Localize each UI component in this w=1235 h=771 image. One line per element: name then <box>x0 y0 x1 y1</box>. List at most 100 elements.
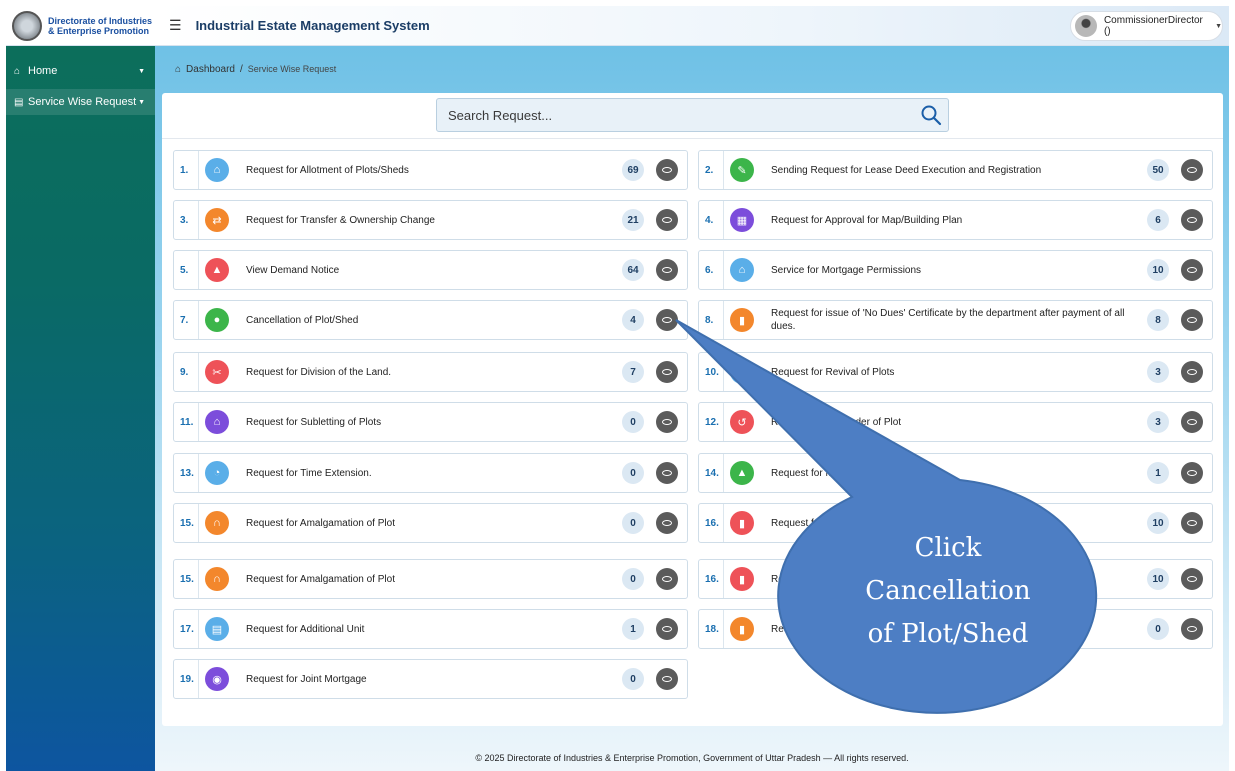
service-title[interactable]: Request for Division of the Land. <box>246 366 622 379</box>
user-menu[interactable]: CommissionerDirector () ▼ <box>1070 11 1223 41</box>
service-card[interactable]: 7. ● Cancellation of Plot/Shed 4 <box>173 300 688 340</box>
service-number: 19. <box>180 673 194 685</box>
divider <box>198 610 199 648</box>
service-title[interactable]: Request for Amalgamation of Plot <box>246 517 622 530</box>
service-card[interactable]: 1. ⌂ Request for Allotment of Plots/Sheds 6… <box>173 150 688 190</box>
sidebar-item-service-wise-request[interactable]: ▤ Service Wise Request ▼ <box>6 89 155 115</box>
view-eye-icon[interactable] <box>1181 618 1203 640</box>
view-eye-icon[interactable] <box>656 159 678 181</box>
service-number: 15. <box>180 573 194 585</box>
view-eye-icon[interactable] <box>1181 568 1203 590</box>
service-card[interactable]: 10. ↻ Request for Revival of Plots 3 <box>698 352 1213 392</box>
breadcrumb: ⌂ Dashboard / Service Wise Request <box>175 64 336 75</box>
divider <box>198 251 199 289</box>
view-eye-icon[interactable] <box>656 668 678 690</box>
view-eye-icon[interactable] <box>656 309 678 331</box>
service-title[interactable]: Request for Surrender of Plot <box>771 416 1147 429</box>
service-card[interactable]: 3. ⇄ Request for Transfer & Ownership Chan… <box>173 200 688 240</box>
system-title: Industrial Estate Management System <box>195 18 430 33</box>
callout-line-1: Click <box>914 533 982 563</box>
service-card[interactable]: 6. ⌂ Service for Mortgage Permissions 10 <box>698 250 1213 290</box>
view-eye-icon[interactable] <box>656 209 678 231</box>
view-eye-icon[interactable] <box>656 618 678 640</box>
search-input[interactable] <box>448 107 914 123</box>
divider <box>723 504 724 542</box>
service-number: 15. <box>180 517 194 529</box>
home-icon: ⌂ <box>175 64 182 75</box>
emblem-logo <box>12 10 42 41</box>
view-eye-icon[interactable] <box>1181 159 1203 181</box>
view-eye-icon[interactable] <box>1181 209 1203 231</box>
service-number: 17. <box>180 623 194 635</box>
service-title[interactable]: Request for Joint Mortgage <box>246 673 622 686</box>
service-card[interactable]: 4. ▦ Request for Approval for Map/Building… <box>698 200 1213 240</box>
service-title[interactable]: Cancellation of Plot/Shed <box>246 314 622 327</box>
map-icon: ▦ <box>730 208 754 232</box>
cancel-circle-icon: ● <box>205 308 229 332</box>
service-title[interactable]: View Demand Notice <box>246 264 622 277</box>
count-badge: 7 <box>622 361 644 383</box>
view-eye-icon[interactable] <box>656 361 678 383</box>
view-eye-icon[interactable] <box>656 259 678 281</box>
view-eye-icon[interactable] <box>656 411 678 433</box>
service-card[interactable]: 13. ◔ Request for Time Extension. 0 <box>173 453 688 493</box>
view-eye-icon[interactable] <box>656 462 678 484</box>
service-card[interactable]: 2. ✎ Sending Request for Lease Deed Execut… <box>698 150 1213 190</box>
user-name: CommissionerDirector () <box>1103 15 1203 37</box>
service-title[interactable]: Request for Time Extension. <box>246 467 622 480</box>
bell-icon: ▲ <box>205 258 229 282</box>
service-card[interactable]: 8. ▮ Request for issue of 'No Dues' Certif… <box>698 300 1213 340</box>
service-card[interactable]: 17. ▤ Request for Additional Unit 1 <box>173 609 688 649</box>
breadcrumb-dashboard[interactable]: Dashboard <box>186 64 235 75</box>
service-title[interactable]: Request for Revival of Plots <box>771 366 1147 379</box>
avatar <box>1075 15 1097 37</box>
service-card[interactable]: 15. ∩ Request for Amalgamation of Plot 0 <box>173 559 688 599</box>
service-title[interactable]: Sending Request for Lease Deed Execution… <box>771 164 1147 177</box>
view-eye-icon[interactable] <box>656 568 678 590</box>
service-title[interactable]: Request for Amalgamation of Plot <box>246 573 622 586</box>
hamburger-menu-icon[interactable]: ☰ <box>169 17 182 34</box>
service-title[interactable]: Request for Subletting of Plots <box>246 416 622 429</box>
view-eye-icon[interactable] <box>1181 411 1203 433</box>
service-title[interactable]: Request for issue of 'No Dues' Certifica… <box>771 307 1147 333</box>
service-card[interactable]: 11. ⌂ Request for Subletting of Plots 0 <box>173 402 688 442</box>
service-card[interactable]: 12. ↺ Request for Surrender of Plot 3 <box>698 402 1213 442</box>
divider <box>723 201 724 239</box>
service-card[interactable]: 9. ✂ Request for Division of the Land. 7 <box>173 352 688 392</box>
view-eye-icon[interactable] <box>1181 361 1203 383</box>
view-eye-icon[interactable] <box>1181 512 1203 534</box>
brand[interactable]: Directorate of Industries & Enterprise P… <box>6 6 155 46</box>
top-bar: ☰ Industrial Estate Management System Co… <box>155 6 1229 46</box>
service-card[interactable]: 14. ▲ Request for Maintenance of Parks 1 <box>698 453 1213 493</box>
merge-icon: ∩ <box>205 511 229 535</box>
count-badge: 0 <box>622 411 644 433</box>
handshake-icon: ◉ <box>205 667 229 691</box>
search-icon[interactable] <box>914 100 948 130</box>
divider <box>198 560 199 598</box>
service-title[interactable]: Request for Additional Unit <box>246 623 622 636</box>
sidebar-item-label: Service Wise Request <box>28 96 137 108</box>
service-title[interactable]: Request for Maintenance of Parks <box>771 467 1147 480</box>
view-eye-icon[interactable] <box>1181 259 1203 281</box>
service-card[interactable]: 19. ◉ Request for Joint Mortgage 0 <box>173 659 688 699</box>
service-title[interactable]: Service for Mortgage Permissions <box>771 264 1147 277</box>
home-icon: ⌂ <box>14 65 21 77</box>
service-title[interactable]: Request for Approval for Map/Building Pl… <box>771 214 1147 227</box>
service-title[interactable]: Request for Allotment of Plots/Sheds <box>246 164 622 177</box>
service-card[interactable]: 5. ▲ View Demand Notice 64 <box>173 250 688 290</box>
view-eye-icon[interactable] <box>1181 309 1203 331</box>
service-number: 2. <box>705 164 714 176</box>
sidebar-item-home[interactable]: ⌂ Home ▼ <box>6 58 155 84</box>
service-card[interactable]: 15. ∩ Request for Amalgamation of Plot 0 <box>173 503 688 543</box>
divider <box>723 301 724 339</box>
service-number: 7. <box>180 314 189 326</box>
scissors-icon: ✂ <box>205 360 229 384</box>
chevron-down-icon: ▼ <box>138 98 145 106</box>
divider <box>723 454 724 492</box>
divider <box>198 504 199 542</box>
view-eye-icon[interactable] <box>656 512 678 534</box>
service-title[interactable]: Request for Transfer & Ownership Change <box>246 214 622 227</box>
view-eye-icon[interactable] <box>1181 462 1203 484</box>
count-badge: 10 <box>1147 512 1169 534</box>
service-number: 18. <box>705 623 719 635</box>
